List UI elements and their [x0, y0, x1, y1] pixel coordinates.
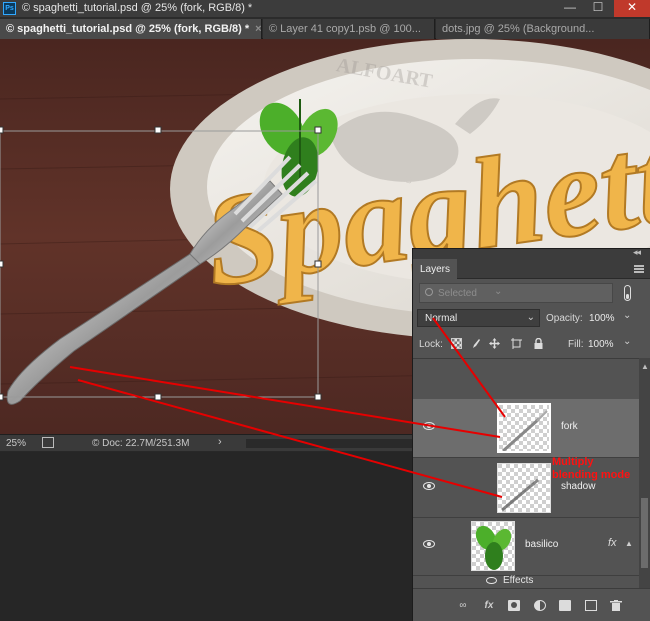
layers-panel: ◂◂ Layers Selected ⌄ Normal ⌄ Opacity: 1… — [412, 247, 650, 621]
lock-all-icon[interactable] — [533, 337, 544, 349]
filter-kind-label: Selected — [438, 288, 477, 299]
layer-effects-row[interactable]: Effects — [413, 573, 639, 588]
chevron-down-icon[interactable]: ⌄ — [623, 310, 631, 321]
eye-visibility-icon[interactable] — [486, 577, 497, 584]
tab-label: © Layer 41 copy1.psb @ 100... — [269, 23, 421, 35]
layer-row-fork[interactable]: fork — [413, 399, 639, 458]
layer-thumbnail-basilico — [471, 521, 515, 571]
status-bar: 25% © Doc: 22.7M/251.3M › — [0, 434, 412, 451]
eye-visibility-icon[interactable] — [423, 540, 435, 548]
collapse-panel-icon[interactable]: ◂◂ — [633, 247, 641, 258]
workspace-background — [0, 452, 412, 621]
tab-spaghetti-tutorial[interactable]: © spaghetti_tutorial.psd @ 25% (fork, RG… — [0, 19, 262, 39]
layers-vertical-scrollbar[interactable]: ▲ — [639, 358, 650, 588]
chevron-down-icon[interactable]: ⌄ — [494, 286, 502, 297]
chevron-down-icon: ⌄ — [526, 312, 535, 323]
tab-close-icon[interactable]: × — [255, 23, 261, 35]
blend-mode-select[interactable]: Normal ⌄ — [417, 309, 540, 327]
fill-label: Fill: — [568, 339, 584, 350]
eye-visibility-icon[interactable] — [423, 482, 435, 490]
link-layers-icon[interactable]: ∞ — [457, 600, 469, 611]
layer-name: basilico — [525, 539, 559, 550]
new-group-folder-icon[interactable] — [559, 600, 571, 611]
layer-row-basilico[interactable]: basilico fx ▲ — [413, 517, 639, 576]
search-icon — [425, 288, 433, 296]
tab-dots-jpg[interactable]: dots.jpg @ 25% (Background... — [436, 19, 650, 39]
lock-position-move-icon[interactable] — [489, 338, 500, 349]
lock-label: Lock: — [419, 339, 443, 350]
tab-label: © spaghetti_tutorial.psd @ 25% (fork, RG… — [6, 23, 250, 35]
layer-filter-field[interactable]: Selected ⌄ — [419, 283, 613, 303]
annotation-line: Multiply — [552, 456, 594, 468]
chevron-down-icon[interactable]: ⌄ — [623, 336, 631, 347]
photoshop-logo-icon: Ps — [3, 2, 16, 15]
layers-panel-footer: ∞ fx — [413, 588, 650, 621]
lock-paint-brush-icon[interactable] — [470, 338, 481, 349]
document-tab-bar: © spaghetti_tutorial.psd @ 25% (fork, RG… — [0, 17, 650, 39]
transform-handle[interactable] — [0, 126, 4, 134]
tab-label: dots.jpg @ 25% (Background... — [442, 23, 595, 35]
layer-thumbnail-fork — [497, 403, 551, 453]
tab-layer-41-copy[interactable]: © Layer 41 copy1.psb @ 100... — [263, 19, 435, 39]
horizontal-scrollbar[interactable] — [246, 439, 412, 448]
layer-name: shadow — [561, 481, 596, 492]
share-icon[interactable] — [42, 437, 54, 448]
adjustment-layer-icon[interactable] — [534, 600, 546, 611]
layer-effects-fx-icon[interactable]: fx — [608, 537, 617, 549]
blend-mode-value: Normal — [425, 313, 458, 324]
trash-delete-icon[interactable] — [610, 600, 622, 611]
maximize-button[interactable]: ☐ — [584, 0, 612, 17]
filter-toggle-switch[interactable] — [624, 285, 631, 301]
eye-visibility-icon[interactable] — [423, 422, 435, 430]
transform-handle[interactable] — [314, 126, 322, 134]
photoshop-window: Ps © spaghetti_tutorial.psd @ 25% (fork,… — [0, 0, 650, 621]
transform-handle[interactable] — [0, 393, 4, 401]
transform-handle[interactable] — [0, 260, 4, 268]
fill-input[interactable]: 100% — [588, 339, 614, 350]
chevron-up-icon[interactable]: ▲ — [625, 539, 633, 548]
title-bar: Ps © spaghetti_tutorial.psd @ 25% (fork,… — [0, 0, 650, 17]
minimize-button[interactable]: — — [556, 0, 584, 17]
status-menu-arrow[interactable]: › — [218, 436, 222, 448]
add-layer-style-fx-icon[interactable]: fx — [483, 600, 495, 611]
document-size-info: © Doc: 22.7M/251.3M — [92, 438, 190, 449]
lock-transparency-icon[interactable] — [451, 338, 462, 349]
panel-tab-bar: Layers — [413, 259, 650, 279]
scroll-up-arrow-icon[interactable]: ▲ — [641, 362, 649, 371]
layer-name: fork — [561, 421, 578, 432]
transform-handle[interactable] — [314, 393, 322, 401]
effects-label: Effects — [503, 575, 534, 586]
add-mask-icon[interactable] — [508, 600, 520, 611]
tab-layers[interactable]: Layers — [413, 259, 457, 279]
annotation-line: blending mode — [552, 469, 631, 481]
transform-handle[interactable] — [314, 260, 322, 268]
opacity-label: Opacity: — [546, 313, 583, 324]
annotation-text: Multiply blending mode — [552, 456, 630, 482]
new-layer-icon[interactable] — [585, 600, 597, 611]
transform-handle[interactable] — [154, 126, 162, 134]
opacity-input[interactable]: 100% — [589, 313, 615, 324]
zoom-level[interactable]: 25% — [6, 438, 26, 449]
transform-handle[interactable] — [154, 393, 162, 401]
layer-thumbnail-shadow — [497, 463, 551, 513]
panel-menu-icon[interactable] — [634, 265, 644, 273]
lock-artboard-icon[interactable] — [511, 338, 522, 349]
panel-dock-bar: ◂◂ — [413, 247, 650, 259]
window-title: © spaghetti_tutorial.psd @ 25% (fork, RG… — [22, 2, 253, 14]
close-button[interactable]: ✕ — [614, 0, 650, 17]
scroll-thumb[interactable] — [641, 498, 648, 568]
